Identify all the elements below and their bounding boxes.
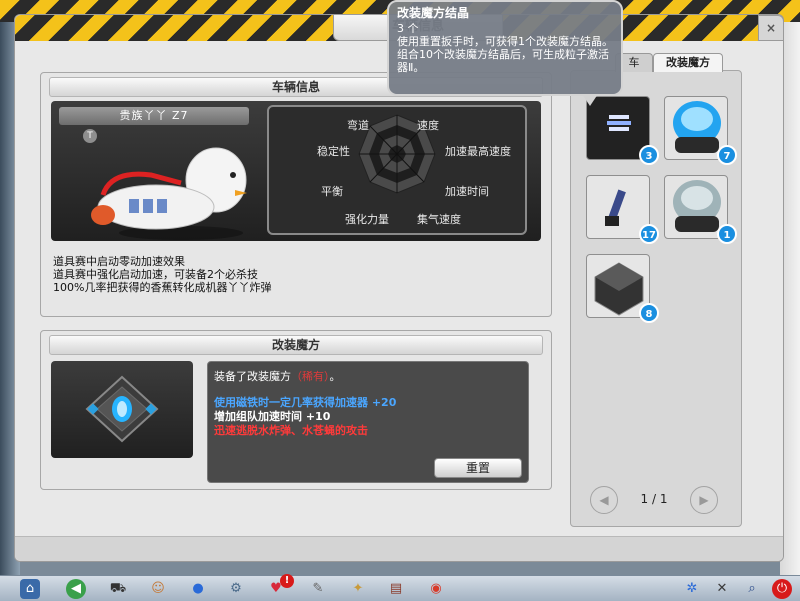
next-page-button[interactable]: ▶ [690, 486, 718, 514]
item-count-badge: 8 [639, 303, 659, 323]
close-button[interactable]: × [758, 15, 784, 41]
inventory-slot-grey-capsule[interactable]: 1 [664, 175, 737, 244]
item-count-badge: 3 [639, 145, 659, 165]
power-icon[interactable]: ⏻ [772, 579, 792, 599]
item-count-badge: 7 [717, 145, 737, 165]
reset-button[interactable]: 重置 [434, 458, 522, 478]
effect-escape: 迅速逃脱水炸弹、水苍蝇的攻击 [214, 424, 368, 437]
wrench-tool-icon[interactable]: ✎ [308, 579, 328, 599]
equipped-suffix: 。 [329, 370, 341, 383]
vehicle-panel: 车辆信息 贵族丫丫 Z7 T 弯道 速度 加速最高速度 加速时间 集气速度 强化… [40, 72, 552, 317]
alert-badge-label: ! [284, 575, 290, 586]
search-icon[interactable]: ⌕ [742, 579, 762, 599]
tooltip-line: 组合10个改装魔方结晶后，可生成粒子激活器Ⅱ。 [397, 48, 609, 74]
stat-label-speed: 速度 [417, 119, 439, 132]
stat-label-boost-top-speed: 加速最高速度 [445, 145, 511, 158]
tooltip-count: 3 个 [397, 22, 419, 35]
inventory-slot-wrench[interactable]: 17 [586, 175, 659, 244]
puzzle-icon[interactable]: ✦ [348, 579, 368, 599]
tooltip-line: 使用重置扳手时，可获得1个改装魔方结晶。 [397, 35, 613, 48]
tooltip-title: 改装魔方结晶 [397, 6, 470, 20]
stat-label-gauge-speed: 集气速度 [417, 213, 461, 226]
cube-panel-header: 改装魔方 [49, 335, 543, 355]
prev-page-button[interactable]: ◀ [590, 486, 618, 514]
tab-tuning-cube[interactable]: 改装魔方 [653, 53, 723, 72]
description-line: 100%几率把获得的香蕉转化成机器丫丫炸弹 [53, 281, 272, 294]
inventory-slot-blue-capsule[interactable]: 7 [664, 96, 737, 165]
inventory-slot-dark-cube[interactable]: 8 [586, 254, 659, 323]
stats-radar: 弯道 速度 加速最高速度 加速时间 集气速度 强化力量 平衡 稳定性 [267, 105, 527, 235]
item-tooltip: 改装魔方结晶 3 个 使用重置扳手时，可获得1个改装魔方结晶。 组合10个改装魔… [387, 0, 623, 96]
page-current: 1 [640, 492, 649, 506]
rarity-label: （稀有） [291, 370, 330, 383]
item-count-badge: 17 [639, 224, 659, 244]
tooltip-pointer [582, 94, 598, 106]
potion-icon[interactable]: ● [188, 579, 208, 599]
gear-icon[interactable]: ⚙ [226, 579, 246, 599]
vehicle-description: 道具赛中启动零动加速效果 道具赛中强化启动加速，可装备2个必杀技 100%几率把… [53, 255, 533, 294]
equipped-prefix: 装备了改装魔方 [214, 370, 291, 383]
cube-image-slot [51, 361, 193, 458]
stat-label-stability: 稳定性 [317, 145, 350, 158]
vehicle-name: 贵族丫丫 Z7 [59, 107, 249, 125]
description-line: 道具赛中强化启动加速，可装备2个必杀技 [53, 268, 258, 281]
back-icon[interactable]: ◀ [66, 579, 86, 599]
cube-icon [85, 375, 159, 443]
vehicle-icon[interactable]: ◉ [426, 579, 446, 599]
cart-icon[interactable]: ⛟ [108, 579, 128, 599]
bottom-taskbar: ⌂ ◀ ⛟ ☺ ● ⚙ ♥ ! ✎ ✦ ▤ ◉ ✲ ✕ ⌕ ⏻ [0, 574, 800, 601]
stat-label-corner: 弯道 [347, 119, 369, 132]
network-icon[interactable]: ✲ [682, 579, 702, 599]
vehicle-image [91, 147, 247, 240]
alert-icon[interactable]: ! [280, 574, 294, 588]
description-line: 道具赛中启动零动加速效果 [53, 255, 185, 268]
item-count-badge: 1 [717, 224, 737, 244]
book-icon[interactable]: ▤ [386, 579, 406, 599]
stat-label-power: 强化力量 [345, 213, 389, 226]
page-separator: / [651, 492, 657, 506]
tools-icon[interactable]: ✕ [712, 579, 732, 599]
equipped-line: 装备了改装魔方（稀有）。 [214, 368, 341, 384]
home-icon[interactable]: ⌂ [20, 579, 40, 599]
stat-label-balance: 平衡 [321, 185, 343, 198]
window-footer [15, 536, 783, 561]
radar-chart [358, 114, 436, 194]
stat-label-boost-time: 加速时间 [445, 185, 489, 198]
cube-info-box: 装备了改装魔方（稀有）。 使用磁铁时一定几率获得加速器 +20 增加组队加速时间… [207, 361, 529, 483]
cube-panel: 改装魔方 装备了改装魔方（稀有）。 使用磁铁时一定几率获得加速器 +20 增加组… [40, 330, 552, 490]
page-total: 1 [659, 492, 668, 506]
character-icon[interactable]: ☺ [148, 579, 168, 599]
page-indicator: 1 / 1 [630, 492, 678, 506]
vehicle-display: 贵族丫丫 Z7 T 弯道 速度 加速最高速度 加速时间 集气速度 强化力量 平衡… [51, 101, 541, 241]
